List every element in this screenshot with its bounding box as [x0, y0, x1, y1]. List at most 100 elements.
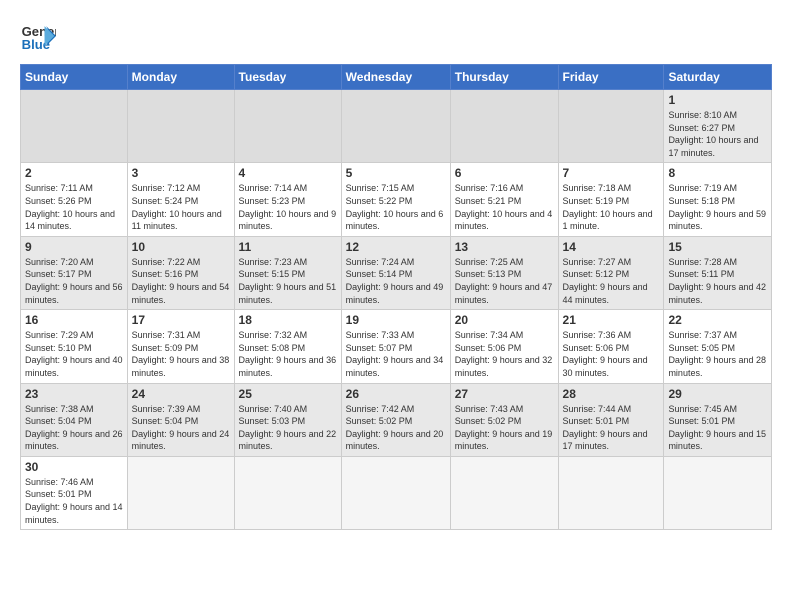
weekday-header-friday: Friday	[558, 65, 664, 90]
calendar-cell: 18 Sunrise: 7:32 AM Sunset: 5:08 PM Dayli…	[234, 310, 341, 383]
calendar-cell: 12 Sunrise: 7:24 AM Sunset: 5:14 PM Dayli…	[341, 236, 450, 309]
calendar-table: SundayMondayTuesdayWednesdayThursdayFrid…	[20, 64, 772, 530]
day-info: Sunrise: 7:24 AM Sunset: 5:14 PM Dayligh…	[346, 256, 446, 306]
day-number: 13	[455, 240, 554, 254]
day-info: Sunrise: 7:28 AM Sunset: 5:11 PM Dayligh…	[668, 256, 767, 306]
day-info: Sunrise: 7:15 AM Sunset: 5:22 PM Dayligh…	[346, 182, 446, 232]
day-number: 14	[563, 240, 660, 254]
calendar-cell: 15 Sunrise: 7:28 AM Sunset: 5:11 PM Dayli…	[664, 236, 772, 309]
day-number: 10	[132, 240, 230, 254]
day-number: 11	[239, 240, 337, 254]
day-number: 26	[346, 387, 446, 401]
calendar-cell: 7 Sunrise: 7:18 AM Sunset: 5:19 PM Daylig…	[558, 163, 664, 236]
day-info: Sunrise: 7:23 AM Sunset: 5:15 PM Dayligh…	[239, 256, 337, 306]
day-number: 19	[346, 313, 446, 327]
day-number: 29	[668, 387, 767, 401]
calendar-week-row: 9 Sunrise: 7:20 AM Sunset: 5:17 PM Daylig…	[21, 236, 772, 309]
calendar-week-row: 30 Sunrise: 7:46 AM Sunset: 5:01 PM Dayli…	[21, 456, 772, 529]
day-number: 1	[668, 93, 767, 107]
day-info: Sunrise: 7:12 AM Sunset: 5:24 PM Dayligh…	[132, 182, 230, 232]
day-info: Sunrise: 7:16 AM Sunset: 5:21 PM Dayligh…	[455, 182, 554, 232]
calendar-cell	[664, 456, 772, 529]
day-number: 12	[346, 240, 446, 254]
day-info: Sunrise: 7:38 AM Sunset: 5:04 PM Dayligh…	[25, 403, 123, 453]
day-info: Sunrise: 7:20 AM Sunset: 5:17 PM Dayligh…	[25, 256, 123, 306]
weekday-header-tuesday: Tuesday	[234, 65, 341, 90]
calendar-cell: 26Sunrise: 7:42 AM Sunset: 5:02 PM Dayli…	[341, 383, 450, 456]
day-number: 3	[132, 166, 230, 180]
day-number: 15	[668, 240, 767, 254]
calendar-cell: 17Sunrise: 7:31 AM Sunset: 5:09 PM Dayli…	[127, 310, 234, 383]
day-number: 16	[25, 313, 123, 327]
calendar-cell: 1 Sunrise: 8:10 AM Sunset: 6:27 PM Daylig…	[664, 90, 772, 163]
calendar-cell	[450, 90, 558, 163]
calendar-cell: 9 Sunrise: 7:20 AM Sunset: 5:17 PM Daylig…	[21, 236, 128, 309]
day-number: 23	[25, 387, 123, 401]
weekday-header-sunday: Sunday	[21, 65, 128, 90]
weekday-header-saturday: Saturday	[664, 65, 772, 90]
day-number: 2	[25, 166, 123, 180]
day-info: Sunrise: 7:31 AM Sunset: 5:09 PM Dayligh…	[132, 329, 230, 379]
calendar-cell	[234, 456, 341, 529]
calendar-week-row: 1 Sunrise: 8:10 AM Sunset: 6:27 PM Daylig…	[21, 90, 772, 163]
day-info: Sunrise: 7:27 AM Sunset: 5:12 PM Dayligh…	[563, 256, 660, 306]
calendar-cell	[234, 90, 341, 163]
calendar-cell: 25 Sunrise: 7:40 AM Sunset: 5:03 PM Dayli…	[234, 383, 341, 456]
calendar-cell: 27Sunrise: 7:43 AM Sunset: 5:02 PM Dayli…	[450, 383, 558, 456]
calendar-cell: 6 Sunrise: 7:16 AM Sunset: 5:21 PM Daylig…	[450, 163, 558, 236]
calendar-cell: 3 Sunrise: 7:12 AM Sunset: 5:24 PM Daylig…	[127, 163, 234, 236]
day-number: 30	[25, 460, 123, 474]
calendar-cell: 19 Sunrise: 7:33 AM Sunset: 5:07 PM Dayli…	[341, 310, 450, 383]
logo: General Blue	[20, 18, 56, 54]
day-info: Sunrise: 7:32 AM Sunset: 5:08 PM Dayligh…	[239, 329, 337, 379]
day-number: 7	[563, 166, 660, 180]
day-number: 9	[25, 240, 123, 254]
generalblue-logo-icon: General Blue	[20, 18, 56, 54]
calendar-cell	[127, 90, 234, 163]
calendar-cell	[558, 456, 664, 529]
calendar-cell	[21, 90, 128, 163]
day-info: Sunrise: 8:10 AM Sunset: 6:27 PM Dayligh…	[668, 109, 767, 159]
calendar-cell: 14 Sunrise: 7:27 AM Sunset: 5:12 PM Dayli…	[558, 236, 664, 309]
calendar-cell	[341, 456, 450, 529]
day-info: Sunrise: 7:25 AM Sunset: 5:13 PM Dayligh…	[455, 256, 554, 306]
calendar-week-row: 2 Sunrise: 7:11 AM Sunset: 5:26 PM Daylig…	[21, 163, 772, 236]
day-info: Sunrise: 7:33 AM Sunset: 5:07 PM Dayligh…	[346, 329, 446, 379]
day-number: 5	[346, 166, 446, 180]
day-number: 6	[455, 166, 554, 180]
day-number: 27	[455, 387, 554, 401]
day-number: 21	[563, 313, 660, 327]
weekday-header-wednesday: Wednesday	[341, 65, 450, 90]
calendar-cell	[341, 90, 450, 163]
calendar-cell	[127, 456, 234, 529]
calendar-cell: 5 Sunrise: 7:15 AM Sunset: 5:22 PM Daylig…	[341, 163, 450, 236]
calendar-header-row: SundayMondayTuesdayWednesdayThursdayFrid…	[21, 65, 772, 90]
calendar-cell: 4 Sunrise: 7:14 AM Sunset: 5:23 PM Daylig…	[234, 163, 341, 236]
day-number: 18	[239, 313, 337, 327]
weekday-header-monday: Monday	[127, 65, 234, 90]
day-info: Sunrise: 7:11 AM Sunset: 5:26 PM Dayligh…	[25, 182, 123, 232]
day-info: Sunrise: 7:45 AM Sunset: 5:01 PM Dayligh…	[668, 403, 767, 453]
day-info: Sunrise: 7:40 AM Sunset: 5:03 PM Dayligh…	[239, 403, 337, 453]
day-info: Sunrise: 7:44 AM Sunset: 5:01 PM Dayligh…	[563, 403, 660, 453]
day-info: Sunrise: 7:46 AM Sunset: 5:01 PM Dayligh…	[25, 476, 123, 526]
day-info: Sunrise: 7:37 AM Sunset: 5:05 PM Dayligh…	[668, 329, 767, 379]
calendar-cell: 30 Sunrise: 7:46 AM Sunset: 5:01 PM Dayli…	[21, 456, 128, 529]
day-number: 25	[239, 387, 337, 401]
calendar-cell: 8Sunrise: 7:19 AM Sunset: 5:18 PM Daylig…	[664, 163, 772, 236]
calendar-cell: 13 Sunrise: 7:25 AM Sunset: 5:13 PM Dayli…	[450, 236, 558, 309]
day-info: Sunrise: 7:22 AM Sunset: 5:16 PM Dayligh…	[132, 256, 230, 306]
calendar-cell: 29 Sunrise: 7:45 AM Sunset: 5:01 PM Dayli…	[664, 383, 772, 456]
calendar-week-row: 16 Sunrise: 7:29 AM Sunset: 5:10 PM Dayli…	[21, 310, 772, 383]
day-info: Sunrise: 7:14 AM Sunset: 5:23 PM Dayligh…	[239, 182, 337, 232]
day-number: 4	[239, 166, 337, 180]
calendar-cell: 21Sunrise: 7:36 AM Sunset: 5:06 PM Dayli…	[558, 310, 664, 383]
day-info: Sunrise: 7:18 AM Sunset: 5:19 PM Dayligh…	[563, 182, 660, 232]
calendar-week-row: 23 Sunrise: 7:38 AM Sunset: 5:04 PM Dayli…	[21, 383, 772, 456]
calendar-cell: 24Sunrise: 7:39 AM Sunset: 5:04 PM Dayli…	[127, 383, 234, 456]
day-info: Sunrise: 7:19 AM Sunset: 5:18 PM Dayligh…	[668, 182, 767, 232]
calendar-cell: 16 Sunrise: 7:29 AM Sunset: 5:10 PM Dayli…	[21, 310, 128, 383]
day-info: Sunrise: 7:29 AM Sunset: 5:10 PM Dayligh…	[25, 329, 123, 379]
page: General Blue SundayMondayTuesdayWednesda…	[0, 0, 792, 540]
calendar-cell: 10 Sunrise: 7:22 AM Sunset: 5:16 PM Dayli…	[127, 236, 234, 309]
